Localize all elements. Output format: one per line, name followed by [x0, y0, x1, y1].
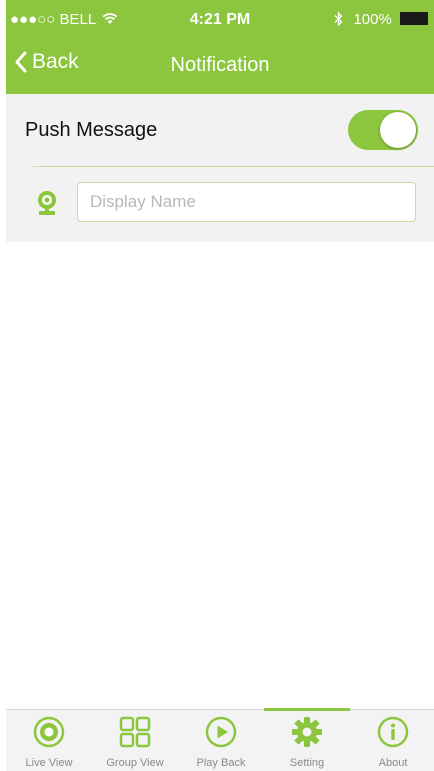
gear-icon [292, 717, 322, 747]
tab-icon-wrap [6, 716, 92, 748]
back-label: Back [32, 50, 79, 73]
status-right: 100% [334, 11, 428, 28]
battery-icon [400, 12, 428, 25]
push-message-label: Push Message [25, 119, 158, 141]
notification-settings-panel: Push Message [6, 94, 434, 242]
toggle-knob [380, 112, 416, 148]
back-button[interactable]: Back [14, 50, 79, 74]
tab-label: Group View [106, 757, 164, 769]
tab-icon-wrap [264, 716, 350, 748]
info-icon [377, 716, 409, 748]
row-divider [33, 166, 434, 167]
tab-icon-wrap [350, 716, 434, 748]
tab-play-back[interactable]: Play Back [178, 710, 264, 771]
nav-bar: Back Notification [6, 40, 434, 94]
display-name-row [6, 168, 434, 240]
play-icon [205, 716, 237, 748]
tab-setting[interactable]: Setting [264, 708, 350, 771]
page-title-text: Notification [170, 54, 270, 76]
tab-icon-wrap [92, 716, 178, 748]
tab-label: Setting [289, 757, 325, 769]
tab-icon-wrap [178, 716, 264, 748]
tab-about[interactable]: About [350, 710, 434, 771]
bluetooth-icon [334, 11, 343, 27]
battery-percent: 100% [353, 11, 392, 28]
phone-screen: ●●●○○ BELL 4:21 PM 100% Back Notificatio… [6, 0, 434, 771]
tab-label: Live View [25, 757, 73, 769]
grid-icon [119, 716, 151, 748]
top-bar: ●●●○○ BELL 4:21 PM 100% Back Notificatio… [6, 0, 434, 94]
push-message-row: Push Message [6, 94, 434, 166]
tab-live-view[interactable]: Live View [6, 710, 92, 771]
push-message-toggle[interactable] [348, 110, 418, 150]
tab-bar: Live View Group View Play Back Setting A… [6, 708, 434, 771]
chevron-left-icon [15, 51, 27, 73]
tab-group-view[interactable]: Group View [92, 710, 178, 771]
tab-label: Play Back [196, 757, 246, 769]
live-view-icon [33, 716, 65, 748]
tab-label: About [378, 757, 408, 769]
status-bar: ●●●○○ BELL 4:21 PM 100% [6, 0, 434, 40]
display-name-input[interactable] [77, 182, 416, 222]
webcam-icon [38, 191, 56, 215]
active-tab-indicator [264, 708, 350, 711]
